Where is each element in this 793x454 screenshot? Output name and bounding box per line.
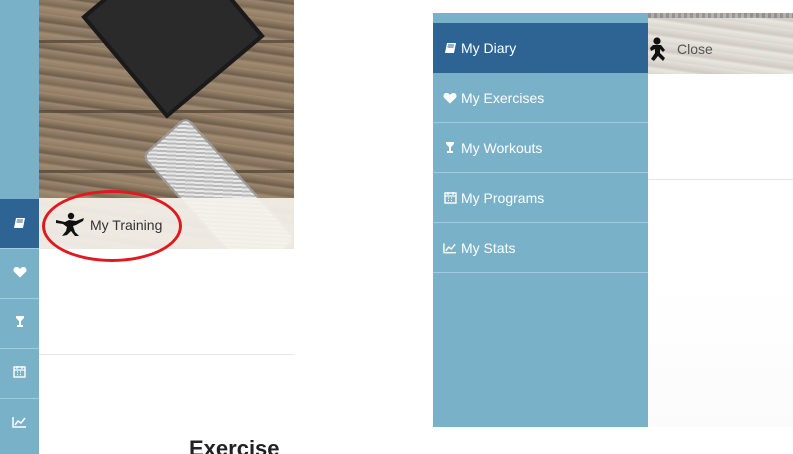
close-figure-icon[interactable] — [648, 36, 670, 63]
left-sidebar — [0, 0, 39, 454]
book-icon — [13, 216, 26, 232]
menu-item-label: My Diary — [461, 40, 517, 56]
close-button[interactable]: Close — [677, 41, 713, 57]
sidebar-item-exercises[interactable] — [0, 248, 39, 297]
divider — [648, 179, 793, 180]
calendar-icon — [13, 365, 26, 381]
highlight-ring — [42, 190, 182, 262]
left-screen: My Training Exercise — [0, 0, 294, 454]
sidebar-item-workouts[interactable] — [0, 298, 39, 347]
heart-icon — [13, 265, 27, 281]
sidebar-item-programs[interactable] — [0, 348, 39, 397]
menu-item-label: My Programs — [461, 189, 545, 206]
dumbbell-plate — [81, 0, 265, 119]
menu-item-label: My Stats — [461, 239, 516, 256]
trophy-icon — [15, 315, 25, 331]
menu-item-label: My Exercises — [461, 89, 545, 106]
menu-item-my-workouts[interactable]: My Workouts — [433, 123, 648, 173]
calendar-icon — [443, 191, 457, 205]
side-menu: My Diary My Exercises My Workouts My Pro… — [433, 13, 648, 427]
menu-item-my-stats[interactable]: My Stats — [433, 223, 648, 273]
trophy-icon — [443, 141, 457, 155]
chart-icon — [443, 241, 457, 255]
divider — [39, 354, 294, 355]
chart-icon — [12, 415, 27, 431]
menu-item-my-diary[interactable]: My Diary — [433, 23, 648, 73]
menu-item-my-exercises[interactable]: My Exercises — [433, 73, 648, 123]
menu-item-my-programs[interactable]: My Programs — [433, 173, 648, 223]
heart-icon — [443, 91, 457, 105]
content-area — [648, 74, 793, 427]
sidebar-item-stats[interactable] — [0, 398, 39, 447]
hero-texture — [648, 13, 793, 18]
book-icon — [443, 41, 457, 55]
page-heading: Exercise — [189, 436, 280, 454]
menu-item-label: My Workouts — [461, 139, 543, 156]
sidebar-item-diary[interactable] — [0, 199, 39, 248]
